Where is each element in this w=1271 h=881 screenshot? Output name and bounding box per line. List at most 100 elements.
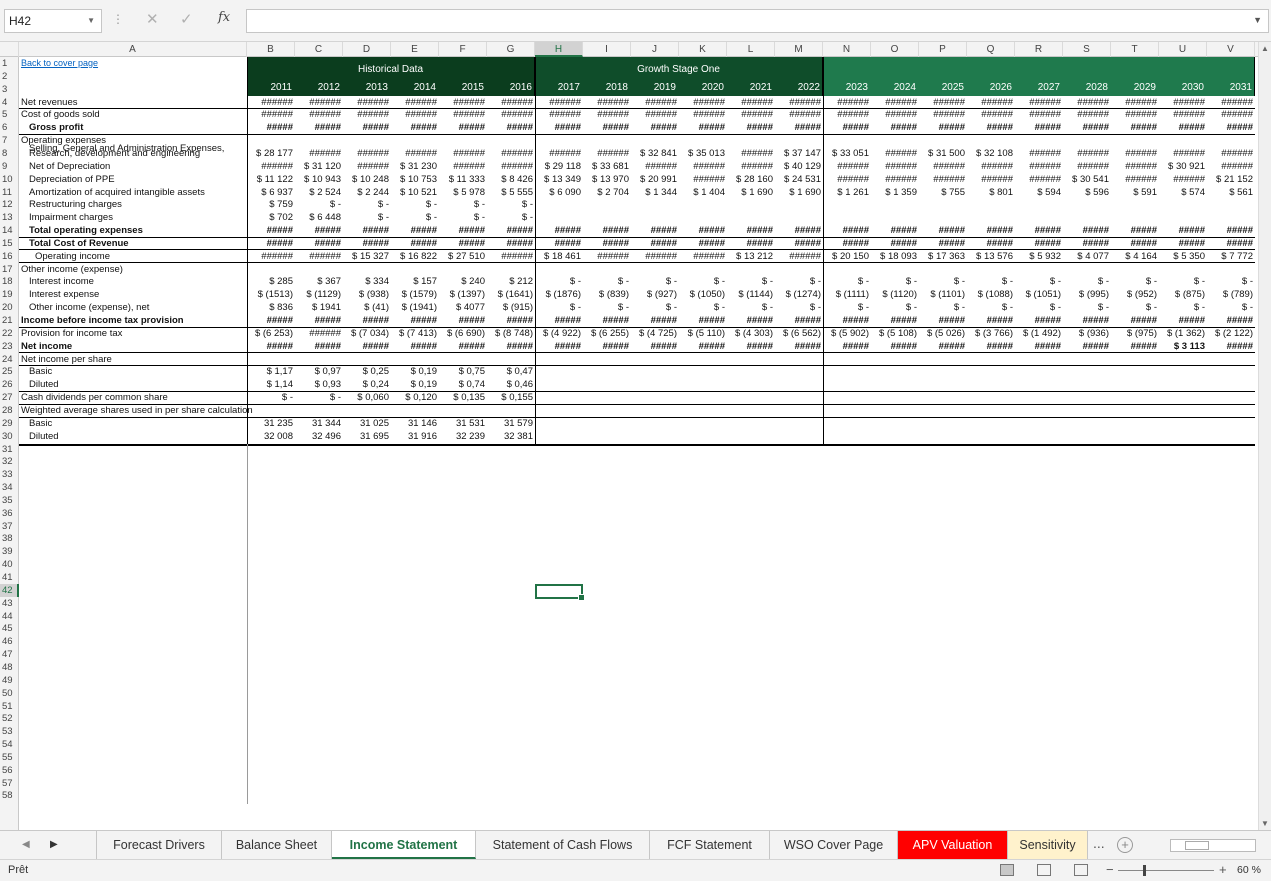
value-cell[interactable]: $ (995) [1063,288,1111,301]
value-cell[interactable]: ###### [487,160,535,173]
value-cell[interactable]: ##### [871,314,919,327]
value-cell[interactable]: $ - [439,211,487,224]
value-cell[interactable]: ##### [343,121,391,134]
column-header-b[interactable]: B [247,42,295,57]
value-cell[interactable]: $ 0,24 [343,378,391,391]
value-cell[interactable]: ###### [1111,96,1159,109]
value-cell[interactable]: $ - [775,275,823,288]
value-cell[interactable]: ##### [631,340,679,353]
value-cell[interactable]: 31 344 [295,417,343,430]
value-cell[interactable]: $ 755 [919,186,967,199]
row-header-49[interactable]: 49 [0,674,19,687]
value-cell[interactable]: ###### [871,108,919,121]
row-header-1[interactable]: 1 [0,57,19,70]
value-cell[interactable]: $ (1101) [919,288,967,301]
row-header-26[interactable]: 26 [0,378,19,391]
value-cell[interactable]: $ 10 943 [295,173,343,186]
row-header-21[interactable]: 21 [0,314,19,327]
value-cell[interactable]: $ 15 327 [343,250,391,263]
value-cell[interactable]: ##### [583,340,631,353]
value-cell[interactable]: ##### [1063,224,1111,237]
value-cell[interactable]: ##### [1207,237,1255,250]
value-cell[interactable]: $ 20 150 [823,250,871,263]
value-cell[interactable]: $ 367 [295,275,343,288]
value-cell[interactable]: ##### [775,237,823,250]
column-header-l[interactable]: L [727,42,775,57]
value-cell[interactable]: $ (1120) [871,288,919,301]
value-cell[interactable]: $ - [583,275,631,288]
value-cell[interactable]: ##### [727,314,775,327]
value-cell[interactable]: ###### [583,250,631,263]
row-header-55[interactable]: 55 [0,751,19,764]
value-cell[interactable]: ###### [583,96,631,109]
value-cell[interactable]: ##### [1159,237,1207,250]
value-cell[interactable]: $ 1 344 [631,186,679,199]
value-cell[interactable]: $ (1129) [295,288,343,301]
value-cell[interactable]: $ 0,060 [343,391,391,404]
row-header-10[interactable]: 10 [0,173,19,186]
cell-area[interactable]: Historical Data Growth Stage One 2011 201… [19,57,1258,830]
row-header-41[interactable]: 41 [0,571,19,584]
value-cell[interactable]: ##### [871,224,919,237]
value-cell[interactable]: 32 008 [247,430,295,443]
value-cell[interactable]: $ - [487,198,535,211]
column-header-q[interactable]: Q [967,42,1015,57]
value-cell[interactable]: $ (4 725) [631,327,679,340]
value-cell[interactable]: ###### [1063,147,1111,160]
value-cell[interactable]: $ 24 531 [775,173,823,186]
value-cell[interactable]: ###### [919,96,967,109]
value-cell[interactable]: $ - [727,275,775,288]
value-cell[interactable]: $ - [679,301,727,314]
value-cell[interactable]: $ (1941) [391,301,439,314]
row-header-11[interactable]: 11 [0,186,19,199]
value-cell[interactable]: ##### [1111,340,1159,353]
value-cell[interactable]: $ 0,93 [295,378,343,391]
expand-formula-bar-icon[interactable]: ▼ [1253,15,1262,25]
value-cell[interactable]: ##### [295,121,343,134]
value-cell[interactable]: ##### [247,340,295,353]
value-cell[interactable]: $ (1274) [775,288,823,301]
value-cell[interactable]: $ (952) [1111,288,1159,301]
value-cell[interactable]: $ 4 077 [1063,250,1111,263]
vertical-scrollbar[interactable]: ▲ ▼ [1258,42,1271,830]
row-header-3[interactable]: 3 [0,83,19,96]
column-header-r[interactable]: R [1015,42,1063,57]
value-cell[interactable]: $ 212 [487,275,535,288]
value-cell[interactable]: $ 33 051 [823,147,871,160]
value-cell[interactable]: $ - [1207,301,1255,314]
value-cell[interactable]: $ - [487,211,535,224]
value-cell[interactable]: $ 157 [391,275,439,288]
zoom-level[interactable]: 60 % [1237,864,1261,876]
value-cell[interactable]: $ 5 350 [1159,250,1207,263]
value-cell[interactable]: $ (6 690) [439,327,487,340]
row-header-5[interactable]: 5 [0,108,19,121]
value-cell[interactable]: ##### [1063,121,1111,134]
value-cell[interactable]: $ - [1159,301,1207,314]
value-cell[interactable]: ##### [487,314,535,327]
value-cell[interactable]: ###### [1063,160,1111,173]
value-cell[interactable]: ###### [967,108,1015,121]
value-cell[interactable]: $ 13 576 [967,250,1015,263]
value-cell[interactable]: ###### [487,108,535,121]
column-header-n[interactable]: N [823,42,871,57]
value-cell[interactable]: $ - [1159,275,1207,288]
value-cell[interactable]: 32 381 [487,430,535,443]
value-cell[interactable]: ##### [583,314,631,327]
value-cell[interactable]: ##### [1063,237,1111,250]
value-cell[interactable]: $ 0,19 [391,365,439,378]
value-cell[interactable]: ##### [343,340,391,353]
value-cell[interactable]: ##### [295,340,343,353]
value-cell[interactable]: $ - [391,198,439,211]
value-cell[interactable]: $ - [823,301,871,314]
value-cell[interactable]: ###### [247,96,295,109]
value-cell[interactable]: $ (6 253) [247,327,295,340]
value-cell[interactable]: ###### [1111,147,1159,160]
row-header-8[interactable]: 8 [0,147,19,160]
value-cell[interactable]: $ - [343,198,391,211]
value-cell[interactable]: $ (2 122) [1207,327,1255,340]
value-cell[interactable]: $ 1941 [295,301,343,314]
value-cell[interactable]: ##### [727,237,775,250]
value-cell[interactable]: $ 31 500 [919,147,967,160]
value-cell[interactable]: $ 6 937 [247,186,295,199]
row-header-36[interactable]: 36 [0,507,19,520]
